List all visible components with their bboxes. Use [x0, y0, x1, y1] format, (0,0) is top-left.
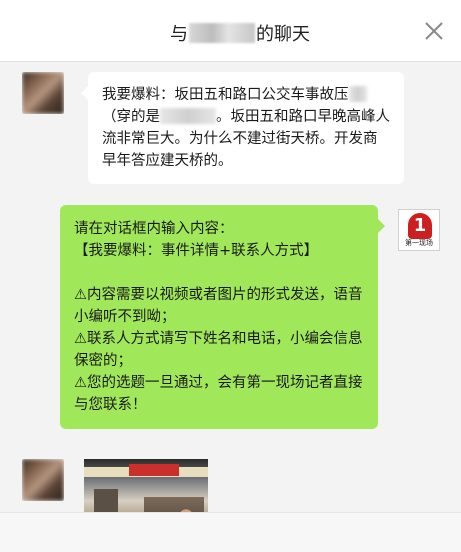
redacted-contact-name [189, 23, 255, 43]
incoming-text-part1: 我要爆料：坂田五和路口公交车事故压 [102, 87, 349, 103]
close-icon [425, 22, 443, 40]
outgoing-message-bubble[interactable]: 请在对话框内输入内容： 【我要爆料：事件详情+联系人方式】 ⚠内容需要以视频或者… [60, 205, 385, 429]
brand-logo-text: 第一现场 [405, 239, 433, 247]
chat-title: 与 的聊天 [170, 20, 310, 46]
sender-avatar-image [22, 459, 64, 501]
message-input-area[interactable] [0, 512, 461, 552]
sender-avatar[interactable] [22, 459, 64, 501]
outgoing-line: 【我要爆料：事件详情+联系人方式】 [74, 243, 319, 259]
sender-avatar[interactable] [22, 72, 64, 114]
photo-signboard [129, 464, 179, 476]
brand-avatar-logo[interactable]: 1 第一现场 [398, 209, 440, 251]
chat-title-suffix: 的聊天 [256, 24, 310, 45]
outgoing-line: 请在对话框内输入内容： [74, 221, 234, 237]
title-bar: 与 的聊天 [0, 0, 461, 62]
redacted-text [348, 86, 367, 102]
incoming-text-part2: （穿的是 [102, 109, 160, 125]
close-button[interactable] [423, 20, 445, 42]
outgoing-line: ⚠您的选题一旦通过，会有第一现场记者直接与您联系！ [74, 375, 363, 413]
redacted-text [160, 108, 216, 124]
outgoing-line: ⚠内容需要以视频或者图片的形式发送，语音小编听不到呦； [74, 287, 363, 325]
chat-area[interactable]: 我要爆料：坂田五和路口公交车事故压（穿的是 。坂田五和路口早晚高峰人流非常巨大。为… [0, 62, 461, 552]
incoming-message-bubble[interactable]: 我要爆料：坂田五和路口公交车事故压（穿的是 。坂田五和路口早晚高峰人流非常巨大。为… [81, 72, 404, 184]
outgoing-line [74, 262, 364, 284]
chat-title-prefix: 与 [170, 24, 188, 45]
sender-avatar-image [22, 72, 64, 114]
outgoing-line: ⚠联系人方式请写下姓名和电话，小编会信息保密的； [74, 331, 363, 369]
brand-logo-mark: 1 [408, 213, 432, 239]
